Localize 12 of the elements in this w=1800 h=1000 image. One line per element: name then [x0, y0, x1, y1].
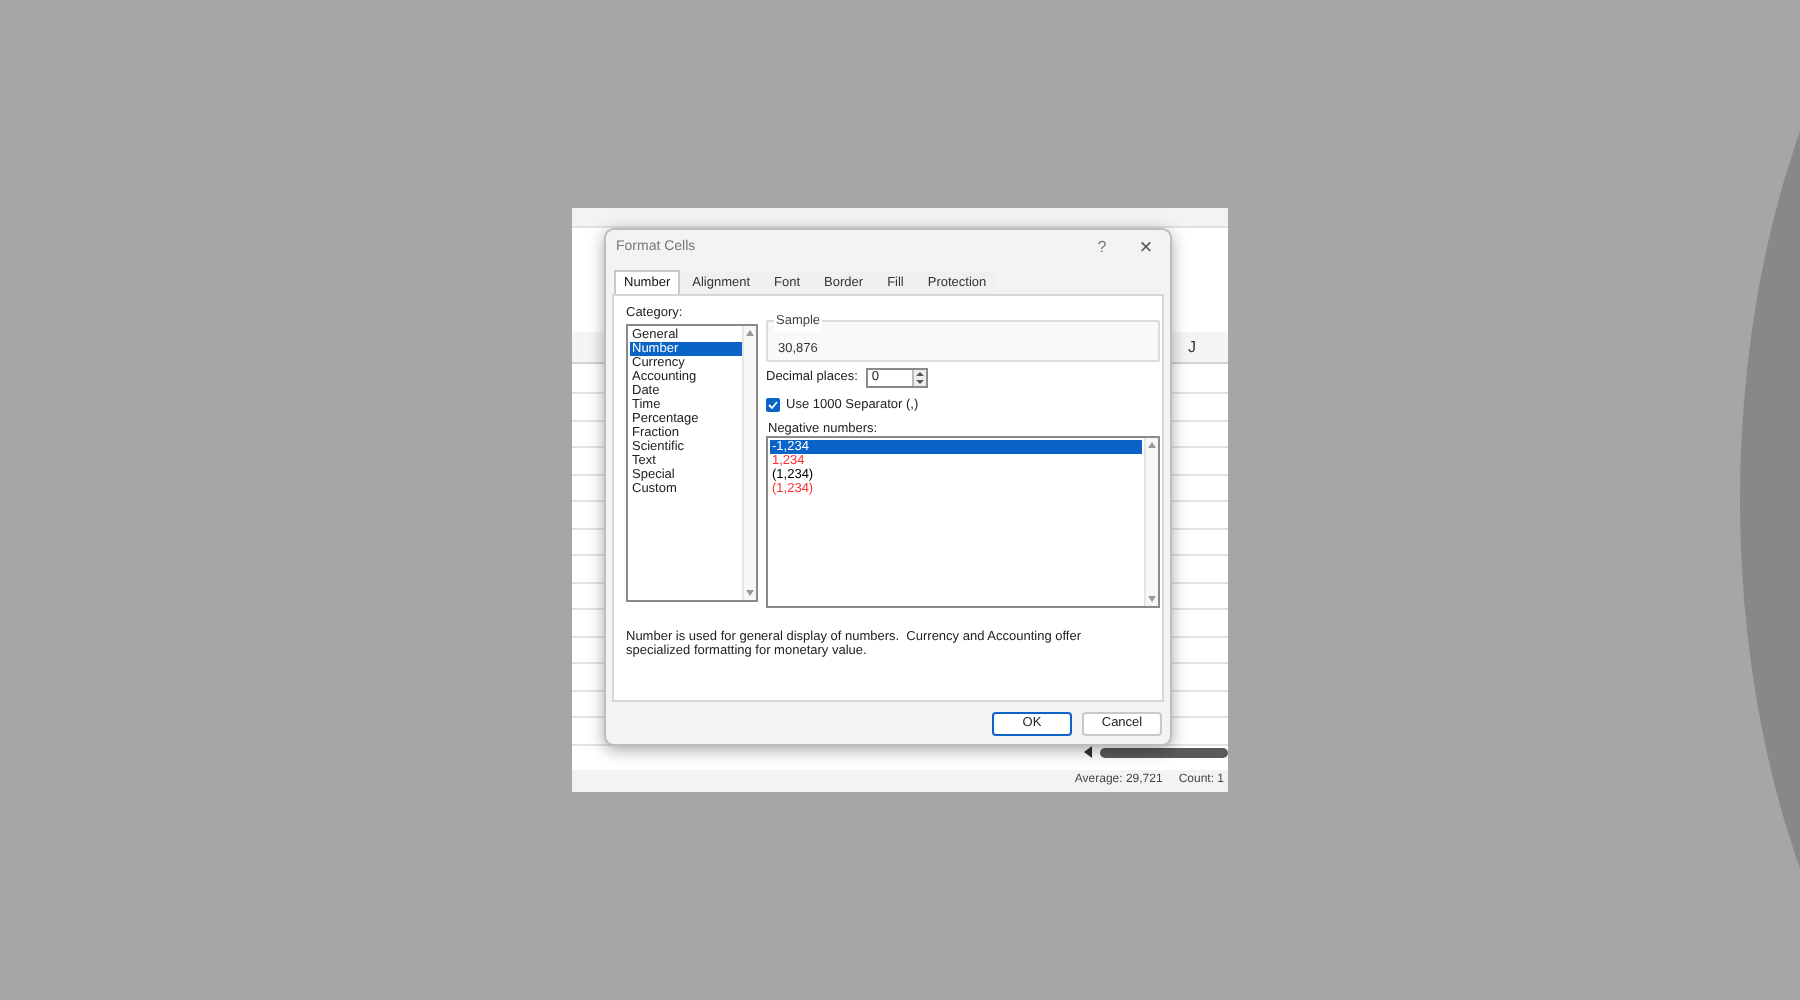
scroll-up-icon[interactable]	[1148, 442, 1156, 448]
scroll-down-icon[interactable]	[746, 590, 754, 596]
scroll-down-icon[interactable]	[1148, 596, 1156, 602]
column-header: J	[1188, 335, 1196, 359]
vertical-scrollbar[interactable]	[1144, 438, 1158, 606]
spin-arrows-icon[interactable]	[911, 370, 926, 386]
close-button[interactable]: ×	[1134, 237, 1158, 259]
separator-checkbox[interactable]	[766, 398, 780, 413]
scroll-up-icon[interactable]	[746, 330, 754, 336]
help-button[interactable]: ?	[1090, 236, 1114, 260]
vertical-scrollbar[interactable]	[742, 326, 756, 600]
horizontal-scrollbar[interactable]	[1100, 748, 1228, 758]
